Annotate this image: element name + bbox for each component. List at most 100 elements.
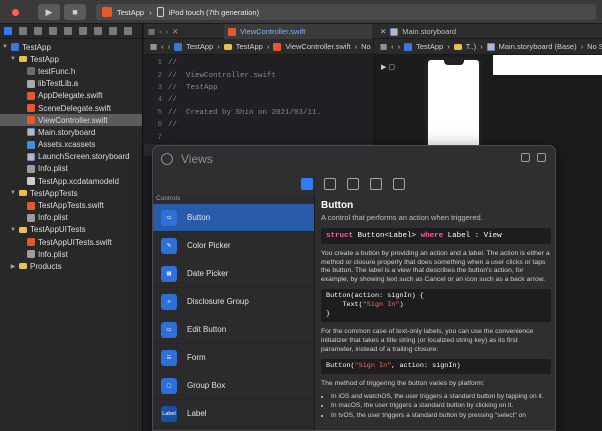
media-tab-icon[interactable] xyxy=(370,178,382,190)
code-line[interactable]: 3 // TestApp xyxy=(144,82,373,94)
library-item-edit-button[interactable]: ▭ Edit Button xyxy=(153,316,314,344)
detail-view-icon[interactable] xyxy=(537,153,546,162)
tree-item-file[interactable]: TestAppUITests.swift xyxy=(0,236,142,248)
run-button[interactable]: ▶ xyxy=(38,4,60,20)
detail-subtitle: A control that performs an action when t… xyxy=(321,213,483,222)
jump-project[interactable]: TestApp xyxy=(416,42,443,51)
library-item-label: Edit Button xyxy=(187,325,227,334)
code-line[interactable]: 4 // xyxy=(144,94,373,106)
tree-item-file[interactable]: testFunc.h xyxy=(0,65,142,77)
source-control-icon[interactable] xyxy=(19,27,27,35)
code-line[interactable]: 2 // ViewController.swift xyxy=(144,69,373,81)
library-item-label: Label xyxy=(187,409,207,418)
symbol-icon[interactable] xyxy=(34,27,42,35)
forward-icon[interactable]: › xyxy=(166,27,169,36)
back-icon[interactable]: ‹ xyxy=(161,42,164,51)
library-detail: Button A control that performs an action… xyxy=(316,194,555,430)
tree-item-file[interactable]: Main.storyboard xyxy=(0,126,142,138)
tree-item-file[interactable]: libTestLib.a xyxy=(0,78,142,90)
issue-icon[interactable] xyxy=(64,27,72,35)
tree-item-group[interactable]: ▶ Products xyxy=(0,260,142,272)
tab-viewcontroller[interactable]: ViewController.swift xyxy=(224,24,372,39)
disclosure-icon[interactable]: ▼ xyxy=(2,44,8,50)
jump-selection[interactable]: No Selection xyxy=(361,42,373,51)
library-search-placeholder[interactable]: Views xyxy=(181,152,213,166)
tree-item-group[interactable]: ▼ TestAppUITests xyxy=(0,224,142,236)
device-label[interactable]: iPod touch (7th generation) xyxy=(169,8,259,17)
jump-selection[interactable]: No Selection xyxy=(587,42,602,51)
toolbar: ▶ ■ TestApp › iPod touch (7th generation… xyxy=(0,0,602,24)
library-item-form[interactable]: ☰ Form xyxy=(153,344,314,372)
debug-icon[interactable] xyxy=(94,27,102,35)
tree-item-label: Products xyxy=(30,261,62,271)
breakpoint-icon[interactable] xyxy=(109,27,117,35)
folder-icon[interactable] xyxy=(4,27,12,35)
grid-icon[interactable]: ▦ xyxy=(150,42,157,51)
declaration: struct Button<Label> where Label : View xyxy=(321,228,551,244)
tree-item-file[interactable]: Info.plist xyxy=(0,248,142,260)
tree-item-file[interactable]: Assets.xcassets xyxy=(0,139,142,151)
disclosure-icon[interactable]: ▼ xyxy=(10,56,16,62)
close-tab-icon[interactable]: ✕ xyxy=(380,27,386,36)
jump-file[interactable]: Main.storyboard (Base) xyxy=(499,42,577,51)
grid-icon[interactable]: ▦ xyxy=(380,42,387,51)
swift-file-icon xyxy=(27,104,35,113)
library-item-group-box[interactable]: ▢ Group Box xyxy=(153,372,314,400)
close-tab-icon[interactable]: ✕ xyxy=(172,27,178,36)
library-item-button[interactable]: ▭ Button xyxy=(153,204,314,232)
library-search[interactable]: Views xyxy=(153,146,555,172)
grid-view-icon[interactable] xyxy=(521,153,530,162)
scene-view[interactable] xyxy=(493,55,602,75)
colors-tab-icon[interactable] xyxy=(393,178,405,190)
jump-project[interactable]: TestApp xyxy=(186,42,213,51)
tree-item-group[interactable]: ▼ TestApp xyxy=(0,53,142,65)
jump-file[interactable]: ViewController.swift xyxy=(285,42,350,51)
tree-item-file[interactable]: Info.plist xyxy=(0,163,142,175)
tab-main-storyboard[interactable]: ✕ Main.storyboard xyxy=(376,24,602,39)
code-line[interactable]: 5 // Created by Shin on 2021/03/11. xyxy=(144,107,373,119)
tree-item-file[interactable]: AppDelegate.swift xyxy=(0,90,142,102)
tree-item-file[interactable]: TestAppTests.swift xyxy=(0,199,142,211)
tree-item-group[interactable]: ▼ TestAppTests xyxy=(0,187,142,199)
forward-icon[interactable]: › xyxy=(168,42,171,51)
tree-item-file[interactable]: TestApp.xcdatamodeld xyxy=(0,175,142,187)
scheme-selector[interactable]: TestApp › iPod touch (7th generation) xyxy=(96,4,596,20)
back-icon[interactable]: ‹ xyxy=(391,42,394,51)
tree-item-label: TestApp xyxy=(22,42,51,52)
back-icon[interactable]: ‹ xyxy=(159,27,162,36)
declaration-name: Button<Label> xyxy=(357,232,417,240)
library-item-color-picker[interactable]: ✎ Color Picker xyxy=(153,232,314,260)
tree-item-file[interactable]: Info.plist xyxy=(0,212,142,224)
report-icon[interactable] xyxy=(124,27,132,35)
tree-item-project[interactable]: ▼ TestApp xyxy=(0,41,142,53)
code-line[interactable]: 6 // xyxy=(144,119,373,131)
scene-outline-toggle[interactable]: ▶ ▢ xyxy=(381,63,395,71)
stop-button[interactable]: ■ xyxy=(64,4,86,20)
library-item-date-picker[interactable]: ▦ Date Picker xyxy=(153,260,314,288)
views-tab-icon[interactable] xyxy=(301,178,313,190)
tree-item-file[interactable]: SceneDelegate.swift xyxy=(0,102,142,114)
disclosure-icon[interactable]: ▼ xyxy=(10,227,16,233)
jump-group[interactable]: TestApp xyxy=(236,42,263,51)
code-line[interactable]: 1 // xyxy=(144,57,373,69)
disclosure-icon[interactable]: ▼ xyxy=(10,190,16,196)
disclosure-icon[interactable]: ▶ xyxy=(10,263,16,270)
line-number: 5 xyxy=(157,108,162,117)
tree-item-file-selected[interactable]: ViewController.swift xyxy=(0,114,142,127)
test-icon[interactable] xyxy=(79,27,87,35)
line-number: 6 xyxy=(157,121,162,130)
snippets-tab-icon[interactable] xyxy=(347,178,359,190)
section-header: Controls xyxy=(156,195,181,202)
grid-icon[interactable]: ▦ xyxy=(148,27,155,36)
storyboard-file-icon xyxy=(486,42,495,51)
tree-item-file[interactable]: LaunchScreen.storyboard xyxy=(0,151,142,163)
modifiers-tab-icon[interactable] xyxy=(324,178,336,190)
search-icon[interactable] xyxy=(49,27,57,35)
jump-group[interactable]: T..) xyxy=(466,42,476,51)
forward-icon[interactable]: › xyxy=(398,42,401,51)
library-item-disclosure-group[interactable]: ≡ Disclosure Group xyxy=(153,288,314,316)
code-line[interactable]: 7 xyxy=(144,131,373,143)
project-icon xyxy=(11,43,19,52)
close-window-icon[interactable] xyxy=(8,4,22,20)
library-item-label[interactable]: Label Label xyxy=(153,400,314,428)
